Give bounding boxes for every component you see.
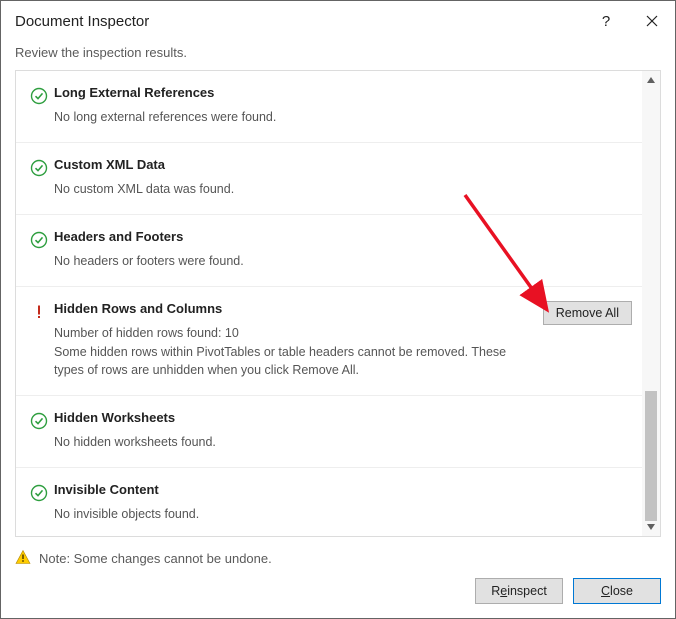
checkmark-ok-icon bbox=[30, 231, 48, 249]
results-list: Long External ReferencesNo long external… bbox=[16, 71, 642, 536]
warning-icon bbox=[15, 549, 31, 568]
help-button[interactable]: ? bbox=[583, 1, 629, 41]
result-description: No headers or footers were found. bbox=[54, 252, 632, 270]
result-body: Hidden Rows and ColumnsNumber of hidden … bbox=[52, 301, 533, 378]
results-area: Long External ReferencesNo long external… bbox=[15, 70, 661, 537]
titlebar: Document Inspector ? bbox=[1, 1, 675, 41]
subtitle: Review the inspection results. bbox=[1, 41, 675, 70]
result-body: Invisible ContentNo invisible objects fo… bbox=[52, 482, 632, 523]
scroll-up-arrow-icon[interactable] bbox=[642, 71, 660, 89]
checkmark-ok-icon bbox=[30, 484, 48, 502]
remove-all-button[interactable]: Remove All bbox=[543, 301, 632, 325]
footer-note: Note: Some changes cannot be undone. bbox=[1, 537, 675, 574]
checkmark-ok-icon bbox=[30, 412, 48, 430]
result-item: Custom XML DataNo custom XML data was fo… bbox=[16, 143, 642, 215]
result-description: No invisible objects found. bbox=[54, 505, 632, 523]
result-heading: Invisible Content bbox=[54, 482, 632, 505]
close-button[interactable]: Close bbox=[573, 578, 661, 604]
result-heading: Custom XML Data bbox=[54, 157, 632, 180]
result-item: Long External ReferencesNo long external… bbox=[16, 71, 642, 143]
close-icon bbox=[646, 15, 658, 27]
result-body: Long External ReferencesNo long external… bbox=[52, 85, 632, 126]
footer-note-text: Note: Some changes cannot be undone. bbox=[39, 551, 272, 566]
checkmark-ok-icon bbox=[30, 87, 48, 105]
status-ok-icon bbox=[26, 157, 52, 177]
status-ok-icon bbox=[26, 85, 52, 105]
result-body: Custom XML DataNo custom XML data was fo… bbox=[52, 157, 632, 198]
exclamation-warn-icon bbox=[30, 303, 48, 321]
result-body: Headers and FootersNo headers or footers… bbox=[52, 229, 632, 270]
window-title: Document Inspector bbox=[15, 13, 583, 30]
close-window-button[interactable] bbox=[629, 1, 675, 41]
status-ok-icon bbox=[26, 410, 52, 430]
result-body: Hidden WorksheetsNo hidden worksheets fo… bbox=[52, 410, 632, 451]
result-item: Headers and FootersNo headers or footers… bbox=[16, 215, 642, 287]
result-heading: Hidden Worksheets bbox=[54, 410, 632, 433]
result-item: Hidden WorksheetsNo hidden worksheets fo… bbox=[16, 396, 642, 468]
status-ok-icon bbox=[26, 229, 52, 249]
result-heading: Hidden Rows and Columns bbox=[54, 301, 533, 324]
result-description: No long external references were found. bbox=[54, 108, 632, 126]
result-item: Invisible ContentNo invisible objects fo… bbox=[16, 468, 642, 536]
result-description: No custom XML data was found. bbox=[54, 180, 632, 198]
status-ok-icon bbox=[26, 482, 52, 502]
result-heading: Headers and Footers bbox=[54, 229, 632, 252]
status-warn-icon bbox=[26, 301, 52, 321]
result-description: Number of hidden rows found: 10Some hidd… bbox=[54, 324, 533, 378]
scroll-down-arrow-icon[interactable] bbox=[642, 518, 660, 536]
checkmark-ok-icon bbox=[30, 159, 48, 177]
scrollbar[interactable] bbox=[642, 71, 660, 536]
result-description: No hidden worksheets found. bbox=[54, 433, 632, 451]
scrollbar-thumb[interactable] bbox=[645, 391, 657, 521]
result-item: Hidden Rows and ColumnsNumber of hidden … bbox=[16, 287, 642, 395]
reinspect-button[interactable]: Reinspect bbox=[475, 578, 563, 604]
document-inspector-dialog: Document Inspector ? Review the inspecti… bbox=[0, 0, 676, 619]
result-action: Remove All bbox=[533, 301, 632, 325]
result-heading: Long External References bbox=[54, 85, 632, 108]
dialog-buttons: Reinspect Close bbox=[1, 574, 675, 618]
